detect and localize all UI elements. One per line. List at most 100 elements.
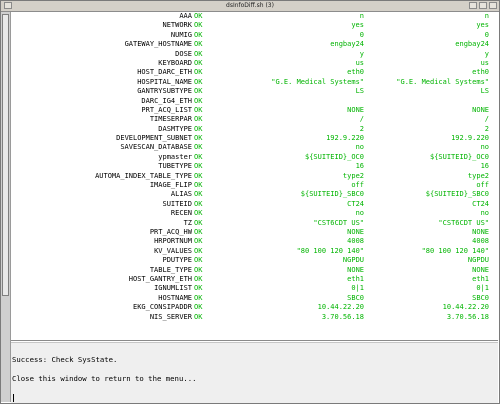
row-key: IMAGE_FLIP [149,181,192,190]
row-key: DASMTYPE [158,124,192,133]
row-value-1: "CST6CDT US" [313,218,364,227]
row-value-2: 4008 [472,237,489,246]
row-key: DEVELOPMENT_SUBNET [116,134,192,143]
minimize-icon[interactable] [469,2,477,9]
row-value-2: NONE [472,265,489,274]
row-value-2: eth0 [472,68,489,77]
row-status: OK [194,199,203,208]
row-key: GATEWAY_HOSTNAME [124,40,192,49]
row-value-1: eth0 [347,68,364,77]
terminal-row: PRT_ACQ_HW OK NONE NONE [11,228,499,237]
row-value-1: eth1 [347,274,364,283]
row-value-2: no [480,209,489,218]
terminal-row: IGNUMLIST OK 0|1 0|1 [11,284,499,293]
row-status: OK [194,134,203,143]
row-key: IGNUMLIST [154,284,192,293]
row-value-2: 10.44.22.20 [442,303,489,312]
row-value-2: no [480,143,489,152]
row-value-1: no [355,209,364,218]
row-value-1: 0|1 [351,284,364,293]
row-value-1: LS [355,87,364,96]
row-value-1: engbay24 [330,40,364,49]
terminal-row: RECEN OK no no [11,209,499,218]
row-value-1: 0 [359,30,364,39]
row-value-1: n [359,12,364,20]
row-status: OK [194,12,203,20]
terminal-row: EKG_CONSIPADDR OK 10.44.22.20 10.44.22.20 [11,303,499,312]
row-value-1: ${SUITEID}_OC0 [304,152,364,161]
terminal-row: SUITEID OK CT24 CT24 [11,200,499,209]
row-value-2: 0|1 [476,284,489,293]
terminal-row: KV_VALUES OK "80 100 120 140" "80 100 120 1… [11,247,499,256]
row-key: AUTOMA_INDEX_TABLE_TYPE [95,171,192,180]
row-value-1: NONE [347,227,364,236]
terminal-row: TABLE_TYPE OK NONE NONE [11,266,499,275]
terminal-row: SAVESCAN_DATABASE OK no no [11,143,499,152]
row-status: OK [194,21,203,30]
row-value-2: CT24 [472,199,489,208]
row-value-2: 2 [484,124,489,133]
row-value-1: 10.44.22.20 [317,303,364,312]
row-value-1: no [355,143,364,152]
row-key: PDUTYPE [162,256,192,265]
title-bar[interactable]: dsInfoDiff.sh (3) [1,1,499,12]
row-value-2: / [484,115,489,124]
row-value-2: 192.9.220 [451,134,489,143]
row-status: OK [194,58,203,67]
row-status: OK [194,143,203,152]
row-status: OK [194,293,203,302]
terminal-row: HOST_GANTRY_ETH OK eth1 eth1 [11,275,499,284]
row-key: ypmaster [158,152,192,161]
row-value-2: ${SUITEID}_OC0 [429,152,489,161]
row-value-1: / [359,115,364,124]
row-value-2: engbay24 [455,40,489,49]
status-pane: Success: Check SysState. Close this wind… [11,342,498,403]
scrollbar-thumb[interactable] [2,14,9,296]
row-status: OK [194,209,203,218]
row-value-1: off [351,181,364,190]
row-value-1: yes [351,21,364,30]
terminal-row: NIS_SERVER OK 3.70.56.18 3.70.56.18 [11,313,499,322]
row-status: OK [194,171,203,180]
row-status: OK [194,40,203,49]
row-status: OK [194,246,203,255]
row-value-2: yes [476,21,489,30]
row-value-2: NONE [472,227,489,236]
row-key: HOSPITAL_NAME [137,77,192,86]
terminal-row: ALIAS OK ${SUITEID}_SBC0 ${SUITEID}_SBC0 [11,190,499,199]
row-value-2: y [484,49,489,58]
row-key: SUITEID [162,199,192,208]
row-value-2: n [484,12,489,20]
row-status: OK [194,190,203,199]
success-message: Success: Check SysState. [12,355,118,364]
pane-divider[interactable] [11,340,498,341]
terminal-row: TUBETYPE OK 16 16 [11,162,499,171]
row-status: OK [194,87,203,96]
terminal-row: HRPORTNUM OK 4008 4008 [11,237,499,246]
vertical-scrollbar[interactable] [1,12,11,402]
row-status: OK [194,274,203,283]
row-key: NETWORK [162,21,192,30]
terminal-row: GANTRYSUBTYPE OK LS LS [11,87,499,96]
row-status: OK [194,68,203,77]
row-key: KV_VALUES [154,246,192,255]
row-key: DARC_IG4_ETH [141,96,192,105]
row-key: KEYBOARD [158,58,192,67]
row-key: PRT_ACQ_HW [149,227,192,236]
text-cursor [13,394,14,402]
row-key: ALIAS [170,190,192,199]
row-key: GANTRYSUBTYPE [137,87,192,96]
row-value-2: "80 100 120 140" [421,246,489,255]
terminal-window: dsInfoDiff.sh (3) AAA OK n n NETWORK OK yes yes… [0,0,500,404]
maximize-icon[interactable] [479,2,487,9]
close-icon[interactable] [489,2,497,9]
terminal-row: AAA OK n n [11,12,499,21]
row-status: OK [194,181,203,190]
window-title: dsInfoDiff.sh (3) [226,2,274,9]
row-value-2: eth1 [472,274,489,283]
terminal-row: HOSTNAME OK SBC0 SBC0 [11,294,499,303]
terminal-row: GATEWAY_HOSTNAME OK engbay24 engbay24 [11,40,499,49]
row-key: PRT_ACQ_LIST [141,105,192,114]
terminal-row: ypmaster OK ${SUITEID}_OC0 ${SUITEID}_OC0 [11,153,499,162]
row-value-1: CT24 [347,199,364,208]
